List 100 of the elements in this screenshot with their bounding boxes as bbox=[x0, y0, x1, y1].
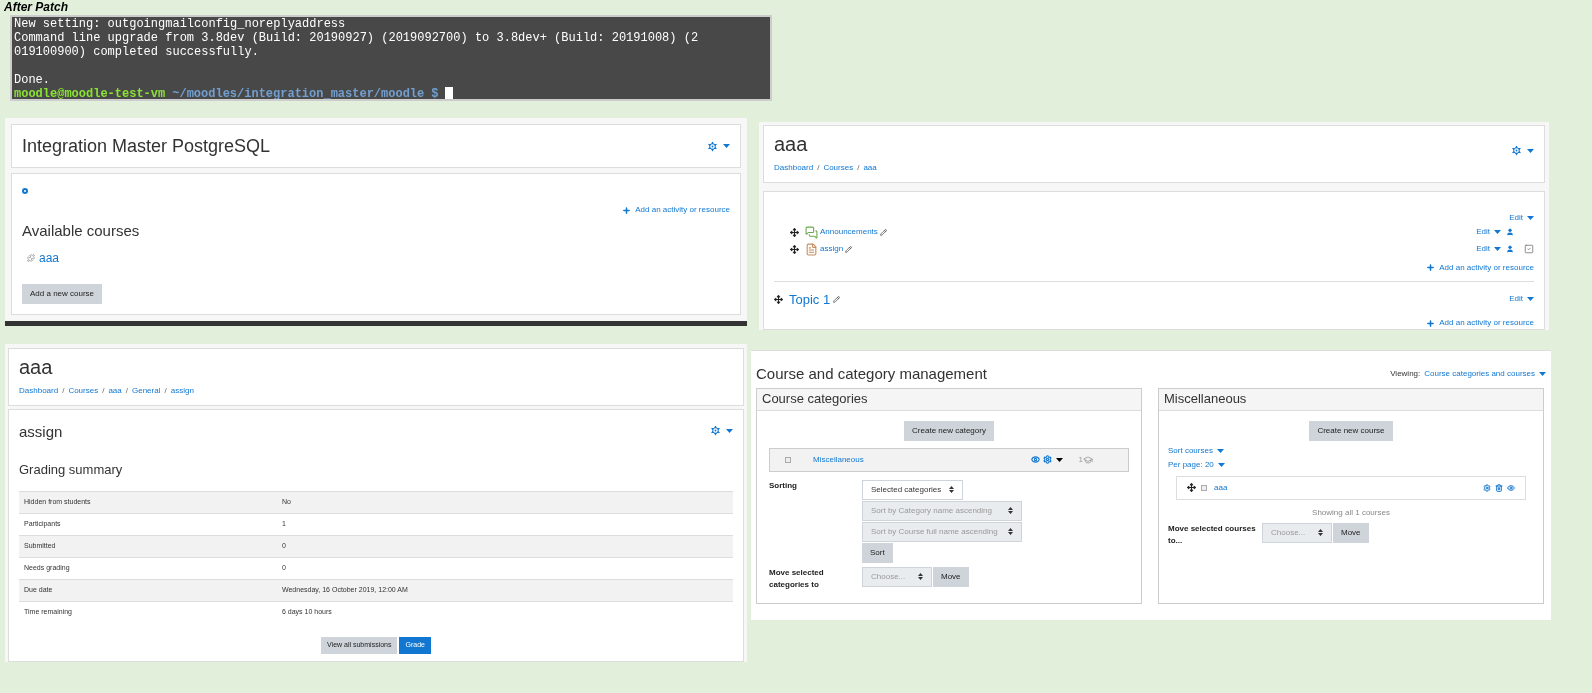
updown-arrows-icon bbox=[1318, 529, 1323, 536]
edit-menu[interactable]: Edit bbox=[1509, 293, 1534, 306]
breadcrumb-link[interactable]: Dashboard bbox=[19, 385, 59, 397]
eye-icon[interactable] bbox=[1507, 483, 1515, 492]
edit-icon bbox=[879, 228, 887, 236]
add-activity-link[interactable]: Add an activity or resource bbox=[622, 204, 730, 216]
move-icon bbox=[774, 294, 783, 304]
move-button[interactable]: Move bbox=[933, 566, 969, 587]
caret-icon bbox=[1055, 457, 1063, 462]
per-page-dropdown[interactable]: Per page: 20 bbox=[1168, 458, 1225, 471]
eye-icon[interactable] bbox=[1030, 455, 1040, 464]
page-title: aaa bbox=[774, 134, 808, 154]
field-label: Sorting bbox=[769, 479, 798, 492]
updown-arrows-icon bbox=[918, 573, 923, 580]
terminal-line: Command line upgrade from 3.8dev (Build: 20190927) (2019092700) to 3.8dev+ (Build: 20191008) (2 bbox=[14, 31, 699, 45]
caret-icon bbox=[1494, 230, 1501, 234]
breadcrumb-separator: / bbox=[62, 385, 65, 397]
add-activity-link[interactable]: Add an activity or resource bbox=[1426, 261, 1534, 274]
sort-button[interactable]: Sort bbox=[862, 542, 893, 563]
breadcrumb-link[interactable]: Dashboard bbox=[774, 162, 814, 174]
edit-icon bbox=[833, 295, 841, 303]
breadcrumb-link[interactable]: General bbox=[132, 385, 161, 397]
breadcrumb-separator: / bbox=[817, 162, 820, 174]
card-header: Course categories bbox=[757, 388, 1141, 411]
edit-menu[interactable]: Edit bbox=[1476, 226, 1501, 238]
create-course-button[interactable]: Create new course bbox=[1309, 420, 1393, 441]
page-title: Integration Master PostgreSQL bbox=[22, 134, 271, 158]
terminal-line: New setting: outgoingmailconfig_noreplyaddress bbox=[14, 17, 346, 31]
completion-checkbox[interactable] bbox=[1524, 244, 1534, 254]
terminal-line: Done. bbox=[14, 73, 50, 87]
row-checkbox[interactable] bbox=[785, 456, 791, 463]
course-link[interactable]: aaa bbox=[39, 248, 60, 267]
breadcrumb-separator: / bbox=[164, 385, 167, 397]
showing-count: Showing all 1 courses bbox=[1311, 506, 1391, 519]
caret-icon bbox=[1527, 215, 1534, 220]
caret-icon bbox=[1527, 297, 1534, 302]
page-title: Course and category management bbox=[756, 364, 987, 384]
caption: After Patch bbox=[3, 0, 68, 15]
add-activity-link[interactable]: Add an activity or resource bbox=[1426, 317, 1534, 329]
course-count: 1 bbox=[1078, 453, 1083, 466]
course-link[interactable]: aaa bbox=[1214, 481, 1228, 494]
updown-arrows-icon bbox=[1008, 528, 1013, 535]
move-icon bbox=[1187, 483, 1196, 492]
section-heading: Grading summary bbox=[19, 460, 123, 479]
caret-icon bbox=[1539, 372, 1546, 377]
viewing-dropdown[interactable]: Course categories and courses bbox=[1424, 368, 1546, 381]
category-link[interactable]: Miscellaneous bbox=[813, 453, 864, 466]
field-label: Move selected courses to... bbox=[1168, 522, 1257, 547]
add-course-button[interactable]: Add a new course bbox=[22, 283, 103, 304]
activity-link[interactable]: assign bbox=[820, 243, 844, 255]
category-row[interactable]: Miscellaneous 1 bbox=[769, 447, 1129, 472]
topic-title[interactable]: Topic 1 bbox=[789, 289, 831, 309]
prompt-symbol: $ bbox=[431, 87, 439, 99]
updown-arrows-icon bbox=[949, 486, 955, 493]
caret-icon bbox=[726, 428, 733, 433]
cursor-block bbox=[445, 87, 454, 99]
caret-icon bbox=[723, 144, 730, 148]
activity-title: assign bbox=[19, 422, 63, 442]
create-category-button[interactable]: Create new category bbox=[904, 420, 994, 441]
caret-icon bbox=[1527, 148, 1534, 153]
breadcrumb-link[interactable]: Courses bbox=[68, 385, 99, 397]
card-header: Miscellaneous bbox=[1159, 388, 1543, 411]
terminal-line: 019100900) completed successfully. bbox=[14, 45, 259, 59]
sort-courses-dropdown[interactable]: Sort courses bbox=[1168, 444, 1224, 457]
user-icon bbox=[1506, 245, 1514, 253]
breadcrumb-link[interactable]: aaa bbox=[863, 162, 877, 174]
plus-icon bbox=[622, 205, 632, 215]
move-button[interactable]: Move bbox=[1333, 522, 1369, 543]
activity-link[interactable]: Announcements bbox=[820, 226, 878, 238]
prompt-path: ~/moodles/integration_master/moodle bbox=[172, 87, 425, 99]
course-row[interactable]: aaa bbox=[1176, 475, 1526, 500]
move-icon bbox=[790, 244, 799, 254]
forum-icon bbox=[805, 225, 818, 239]
edit-menu[interactable]: Edit bbox=[1476, 243, 1501, 255]
updown-arrows-icon bbox=[1008, 507, 1013, 514]
breadcrumb-separator: / bbox=[125, 385, 128, 397]
plus-icon bbox=[1426, 263, 1436, 272]
caret-icon bbox=[1216, 448, 1224, 453]
edit-menu[interactable]: Edit bbox=[1509, 211, 1534, 224]
caret-icon bbox=[1494, 247, 1501, 251]
settings-menu[interactable] bbox=[706, 139, 730, 153]
move-icon bbox=[790, 227, 799, 237]
page-title: aaa bbox=[19, 357, 53, 377]
breadcrumb-link[interactable]: Courses bbox=[823, 162, 854, 174]
breadcrumb-separator: / bbox=[102, 385, 105, 397]
select-field[interactable]: Selected categories bbox=[862, 479, 964, 500]
settings-menu[interactable] bbox=[1510, 144, 1534, 157]
trash-icon[interactable] bbox=[1495, 483, 1503, 492]
breadcrumb-link[interactable]: assign bbox=[170, 385, 194, 397]
breadcrumb-link[interactable]: aaa bbox=[108, 385, 122, 397]
field-label: Move selected categories to bbox=[769, 566, 825, 591]
course-icon bbox=[27, 253, 35, 262]
prompt-user: moodle@moodle-test-vm bbox=[14, 87, 166, 99]
caret-icon bbox=[1217, 462, 1225, 467]
user-icon bbox=[1506, 228, 1514, 236]
section-heading: Available courses bbox=[22, 221, 140, 241]
assignment-icon bbox=[805, 242, 818, 256]
edit-icon bbox=[845, 245, 853, 253]
row-checkbox[interactable] bbox=[1201, 484, 1207, 491]
viewing-label: Viewing: bbox=[1390, 368, 1421, 381]
